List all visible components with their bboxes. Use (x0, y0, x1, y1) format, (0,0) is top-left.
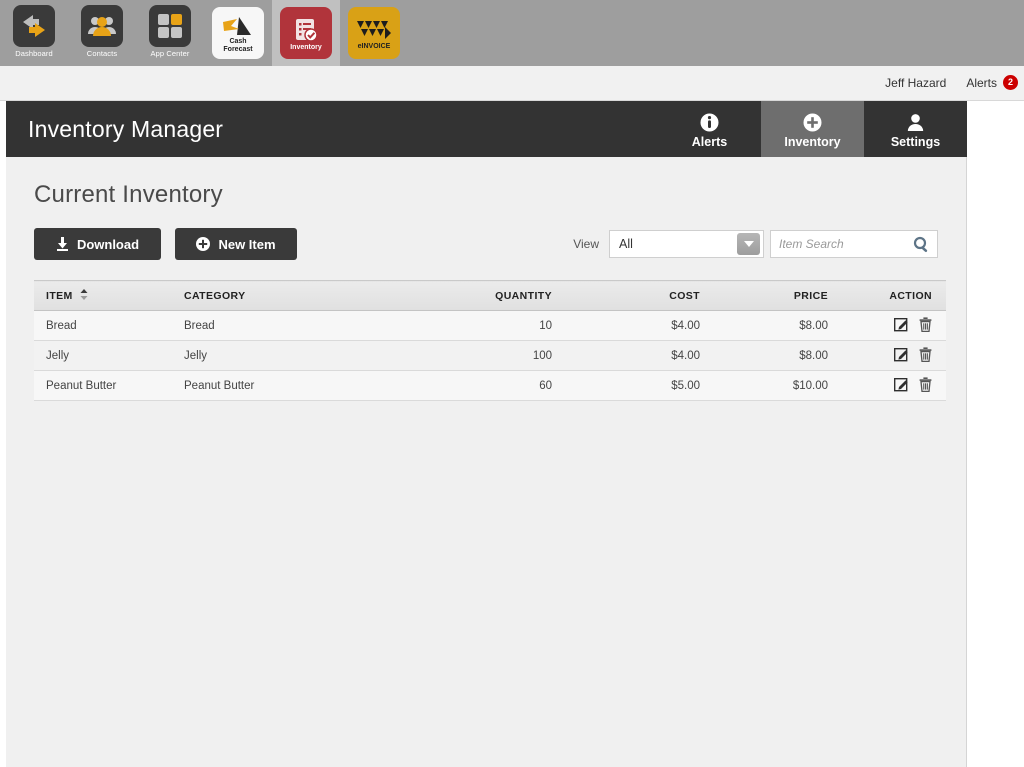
cell-quantity: 60 (440, 370, 590, 401)
table-row[interactable]: Peanut Butter Peanut Butter 60 $5.00 $10… (34, 370, 946, 401)
cell-cost: $4.00 (590, 310, 730, 341)
column-header-cost[interactable]: COST (590, 280, 730, 311)
column-header-item-label: ITEM (46, 289, 73, 302)
tab-alerts-label: Alerts (691, 135, 728, 149)
column-header-quantity[interactable]: QUANTITY (440, 280, 590, 311)
cell-category: Jelly (184, 340, 440, 371)
person-icon (906, 113, 925, 132)
new-item-button-label: New Item (218, 236, 276, 252)
app-tile-app-center[interactable]: App Center (136, 0, 204, 66)
einvoice-icon: eINVOICE (348, 7, 400, 59)
app-launcher-bar: Dashboard Contacts App Center Cash Forec… (0, 0, 1024, 66)
plus-circle-icon (196, 237, 211, 251)
cell-action (860, 370, 946, 401)
app-center-icon (149, 5, 191, 47)
alerts-count-badge: 2 (1003, 74, 1018, 90)
contacts-icon (81, 5, 123, 47)
inventory-label: Inventory (290, 43, 322, 51)
inventory-manager-panel: Inventory Manager Alerts Inventory Setti… (6, 101, 967, 767)
module-header: Inventory Manager Alerts Inventory Setti… (6, 101, 967, 157)
tab-inventory-label: Inventory (784, 135, 841, 149)
delete-icon[interactable] (919, 376, 932, 395)
page-title: Current Inventory (34, 181, 223, 208)
app-tile-dashboard[interactable]: Dashboard (0, 0, 68, 66)
cell-action (860, 340, 946, 371)
tab-alerts[interactable]: Alerts (658, 101, 761, 157)
cell-quantity: 100 (440, 340, 590, 371)
tab-inventory[interactable]: Inventory (761, 101, 864, 157)
account-bar: Jeff Hazard Alerts 2 (0, 66, 1024, 101)
cell-cost: $4.00 (590, 340, 730, 371)
cash-forecast-label: Cash Forecast (223, 37, 253, 53)
einvoice-label: eINVOICE (357, 43, 391, 51)
cell-price: $8.00 (730, 310, 860, 341)
table-header-row: ITEM CATEGORY QUANTITY COST PRICE ACTION (34, 280, 946, 311)
inventory-table-wrap: ITEM CATEGORY QUANTITY COST PRICE ACTION… (34, 280, 946, 401)
module-nav: Alerts Inventory Settings (658, 101, 967, 157)
view-filter-select[interactable]: All (609, 230, 764, 258)
cell-item: Bread (34, 310, 184, 341)
cell-action (860, 310, 946, 341)
inventory-table: ITEM CATEGORY QUANTITY COST PRICE ACTION… (34, 280, 946, 401)
cell-price: $10.00 (730, 370, 860, 401)
page-content: Current Inventory Download New Item View… (6, 157, 966, 401)
alerts-label: Alerts (966, 76, 997, 90)
cell-price: $8.00 (730, 340, 860, 371)
view-filter-value: All (619, 237, 633, 251)
column-header-price[interactable]: PRICE (730, 280, 860, 311)
module-title: Inventory Manager (28, 115, 224, 142)
view-label: View (573, 237, 599, 251)
cell-category: Peanut Butter (184, 370, 440, 401)
cell-item: Peanut Butter (34, 370, 184, 401)
app-tile-contacts[interactable]: Contacts (68, 0, 136, 66)
cash-forecast-icon: Cash Forecast (212, 7, 264, 59)
item-search-box[interactable] (770, 230, 938, 258)
delete-icon[interactable] (919, 346, 932, 365)
cell-item: Jelly (34, 340, 184, 371)
table-row[interactable]: Jelly Jelly 100 $4.00 $8.00 (34, 340, 946, 371)
delete-icon[interactable] (919, 316, 932, 335)
table-row[interactable]: Bread Bread 10 $4.00 $8.00 (34, 310, 946, 341)
app-tile-inventory[interactable]: Inventory (272, 0, 340, 66)
download-button-label: Download (76, 236, 140, 252)
sort-arrows-icon[interactable] (80, 288, 88, 303)
chevron-down-icon[interactable] (737, 233, 760, 255)
app-tile-label: Dashboard (15, 49, 53, 58)
toolbar-right: View All (573, 230, 938, 258)
table-head: ITEM CATEGORY QUANTITY COST PRICE ACTION (34, 280, 946, 311)
cell-cost: $5.00 (590, 370, 730, 401)
dashboard-icon (13, 5, 55, 47)
app-tile-cash-forecast[interactable]: Cash Forecast (204, 0, 272, 66)
search-icon[interactable] (913, 236, 930, 258)
plus-circle-icon (803, 113, 822, 132)
tab-settings[interactable]: Settings (864, 101, 967, 157)
app-tile-einvoice[interactable]: eINVOICE (340, 0, 408, 66)
cell-category: Bread (184, 310, 440, 341)
download-icon (56, 237, 69, 251)
edit-icon[interactable] (893, 377, 909, 395)
edit-icon[interactable] (893, 317, 909, 335)
inventory-icon: Inventory (280, 7, 332, 59)
alerts-link[interactable]: Alerts (966, 76, 997, 90)
new-item-button[interactable]: New Item (175, 228, 297, 260)
column-header-item[interactable]: ITEM (34, 280, 184, 311)
app-tile-label: App Center (150, 49, 190, 58)
app-tile-label: Contacts (86, 49, 118, 58)
toolbar: Download New Item View All (34, 226, 938, 262)
table-body: Bread Bread 10 $4.00 $8.00 Jelly Jelly 1… (34, 310, 946, 401)
column-header-category[interactable]: CATEGORY (184, 280, 440, 311)
search-input[interactable] (779, 237, 909, 251)
download-button[interactable]: Download (34, 228, 161, 260)
cell-quantity: 10 (440, 310, 590, 341)
edit-icon[interactable] (893, 347, 909, 365)
info-icon (700, 113, 719, 132)
tab-settings-label: Settings (890, 135, 941, 149)
column-header-action: ACTION (860, 280, 946, 311)
account-user-name[interactable]: Jeff Hazard (885, 76, 946, 90)
